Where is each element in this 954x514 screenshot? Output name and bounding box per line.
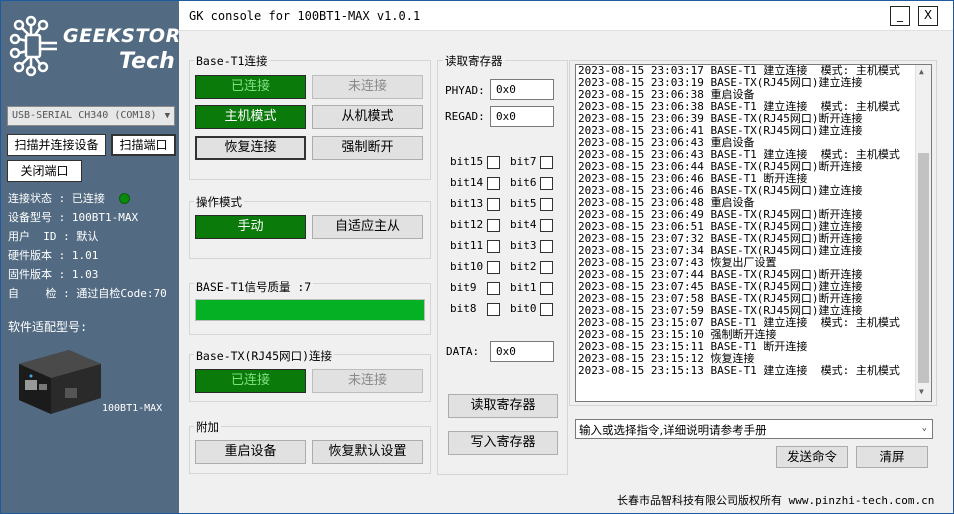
send-command-button[interactable]: 发送命令 xyxy=(776,446,848,468)
bit-checkbox[interactable] xyxy=(540,219,553,232)
factory-reset-button[interactable]: 恢复默认设置 xyxy=(312,440,423,464)
bit-label: bit12 xyxy=(450,218,484,231)
scan-port-button[interactable]: 扫描端口 xyxy=(111,134,176,156)
bit-checkbox[interactable] xyxy=(540,261,553,274)
device-name-label: 100BT1-MAX xyxy=(102,403,163,414)
port-select[interactable]: USB-SERIAL CH340 (COM18) ▼ xyxy=(7,106,175,126)
regad-input[interactable]: 0x0 xyxy=(490,106,554,127)
data-label: DATA: xyxy=(446,345,480,358)
title-bar: GK console for 100BT1-MAX v1.0.1 _ X xyxy=(179,1,953,31)
manual-mode-button[interactable]: 手动 xyxy=(195,215,306,239)
bit-checkbox[interactable] xyxy=(487,219,500,232)
read-register-button[interactable]: 读取寄存器 xyxy=(448,394,558,418)
bit-checkbox[interactable] xyxy=(540,282,553,295)
write-register-button[interactable]: 写入寄存器 xyxy=(448,431,558,455)
window-title: GK console for 100BT1-MAX v1.0.1 xyxy=(189,9,421,23)
bit-label: bit1 xyxy=(510,281,537,294)
log-lines: 2023-08-15 23:03:17 BASE-T1 建立连接 模式: 主机模… xyxy=(576,65,931,377)
slave-mode-button[interactable]: 从机模式 xyxy=(312,105,423,129)
chevron-down-icon: ⌄ xyxy=(921,423,927,433)
regad-label: REGAD: xyxy=(445,110,485,123)
bit-label: bit5 xyxy=(510,197,537,210)
log-line: 2023-08-15 23:15:13 BASE-T1 建立连接 模式: 主机模… xyxy=(578,364,900,377)
user-id-text: 用户 ID : 默认 xyxy=(8,230,99,243)
phyad-label: PHYAD: xyxy=(445,84,485,97)
bit-checkbox[interactable] xyxy=(540,198,553,211)
conn-status-text: 连接状态 : 已连接 xyxy=(8,192,105,205)
logo-line1: GEEKSTORE xyxy=(63,25,195,47)
extra-group-title: 附加 xyxy=(194,419,221,435)
data-input[interactable]: 0x0 xyxy=(490,341,554,362)
bit-label: bit15 xyxy=(450,155,484,168)
bit-checkbox[interactable] xyxy=(540,303,553,316)
bit-label: bit3 xyxy=(510,239,537,252)
log-scrollbar[interactable]: ▲ ▼ xyxy=(915,65,931,401)
base-tx-disconnected-button[interactable]: 未连接 xyxy=(312,369,423,393)
bit-checkbox[interactable] xyxy=(540,240,553,253)
bit-checkbox[interactable] xyxy=(540,177,553,190)
bit-checkbox[interactable] xyxy=(487,282,500,295)
bit-label: bit13 xyxy=(450,197,484,210)
op-mode-group-title: 操作模式 xyxy=(194,194,244,210)
scroll-down-icon[interactable]: ▼ xyxy=(919,387,924,396)
command-combo[interactable]: 输入或选择指令,详细说明请参考手册 ⌄ xyxy=(575,419,933,439)
base-t1-connected-button[interactable]: 已连接 xyxy=(195,75,306,99)
base-t1-disconnected-button[interactable]: 未连接 xyxy=(312,75,423,99)
bit-label: bit10 xyxy=(450,260,484,273)
bit-checkbox[interactable] xyxy=(540,156,553,169)
sidebar: GEEKSTORE Tech USB-SERIAL CH340 (COM18) … xyxy=(1,1,194,513)
restore-connection-button[interactable]: 恢复连接 xyxy=(195,136,306,160)
phyad-input[interactable]: 0x0 xyxy=(490,79,554,100)
scroll-up-icon[interactable]: ▲ xyxy=(919,67,924,76)
command-placeholder: 输入或选择指令,详细说明请参考手册 xyxy=(579,423,767,437)
close-button[interactable]: X xyxy=(918,6,938,26)
bit-label: bit2 xyxy=(510,260,537,273)
copyright-footer: 长春市品智科技有限公司版权所有 www.pinzhi-tech.com.cn xyxy=(617,494,935,507)
logo-circuit-icon xyxy=(9,15,57,77)
bit-label: bit0 xyxy=(510,302,537,315)
self-check-text: 自 检 : 通过自检Code:70 xyxy=(8,287,167,300)
log-textbox[interactable]: 2023-08-15 23:03:17 BASE-T1 建立连接 模式: 主机模… xyxy=(575,64,932,402)
base-t1-group-title: Base-T1连接 xyxy=(194,53,270,69)
bit-checkbox[interactable] xyxy=(487,177,500,190)
device-image xyxy=(19,350,101,414)
signal-quality-label: BASE-T1信号质量 :7 xyxy=(194,279,314,295)
bit-checkbox[interactable] xyxy=(487,261,500,274)
supported-models-label: 软件适配型号: xyxy=(8,320,88,334)
bit-checkbox[interactable] xyxy=(487,240,500,253)
scroll-thumb[interactable] xyxy=(918,153,929,383)
status-led-icon xyxy=(119,193,130,204)
clear-screen-button[interactable]: 清屏 xyxy=(856,446,928,468)
device-model-text: 设备型号 : 100BT1-MAX xyxy=(8,211,139,224)
auto-master-slave-button[interactable]: 自适应主从 xyxy=(312,215,423,239)
minimize-button[interactable]: _ xyxy=(890,6,910,26)
close-port-button[interactable]: 关闭端口 xyxy=(7,160,82,182)
register-group-title: 读取寄存器 xyxy=(443,53,505,69)
bit-label: bit11 xyxy=(450,239,484,252)
reboot-device-button[interactable]: 重启设备 xyxy=(195,440,306,464)
master-mode-button[interactable]: 主机模式 xyxy=(195,105,306,129)
bit-label: bit4 xyxy=(510,218,537,231)
port-select-value: USB-SERIAL CH340 (COM18) xyxy=(12,110,157,121)
chevron-down-icon: ▼ xyxy=(164,111,170,121)
bit-label: bit8 xyxy=(450,302,477,315)
bit-checkbox[interactable] xyxy=(487,198,500,211)
bit-label: bit9 xyxy=(450,281,477,294)
force-disconnect-button[interactable]: 强制断开 xyxy=(312,136,423,160)
fw-version-text: 固件版本 : 1.03 xyxy=(8,268,99,281)
hw-version-text: 硬件版本 : 1.01 xyxy=(8,249,99,262)
bit-checkbox[interactable] xyxy=(487,156,500,169)
bit-label: bit14 xyxy=(450,176,484,189)
signal-quality-bar xyxy=(195,299,425,321)
logo: GEEKSTORE Tech xyxy=(9,15,194,77)
scan-connect-button[interactable]: 扫描并连接设备 xyxy=(7,134,106,156)
base-tx-group-title: Base-TX(RJ45网口)连接 xyxy=(194,348,335,364)
base-tx-connected-button[interactable]: 已连接 xyxy=(195,369,306,393)
bit-label: bit7 xyxy=(510,155,537,168)
logo-line2: Tech xyxy=(119,49,175,74)
bit-label: bit6 xyxy=(510,176,537,189)
bit-checkbox[interactable] xyxy=(487,303,500,316)
signal-quality-fill xyxy=(196,300,424,320)
